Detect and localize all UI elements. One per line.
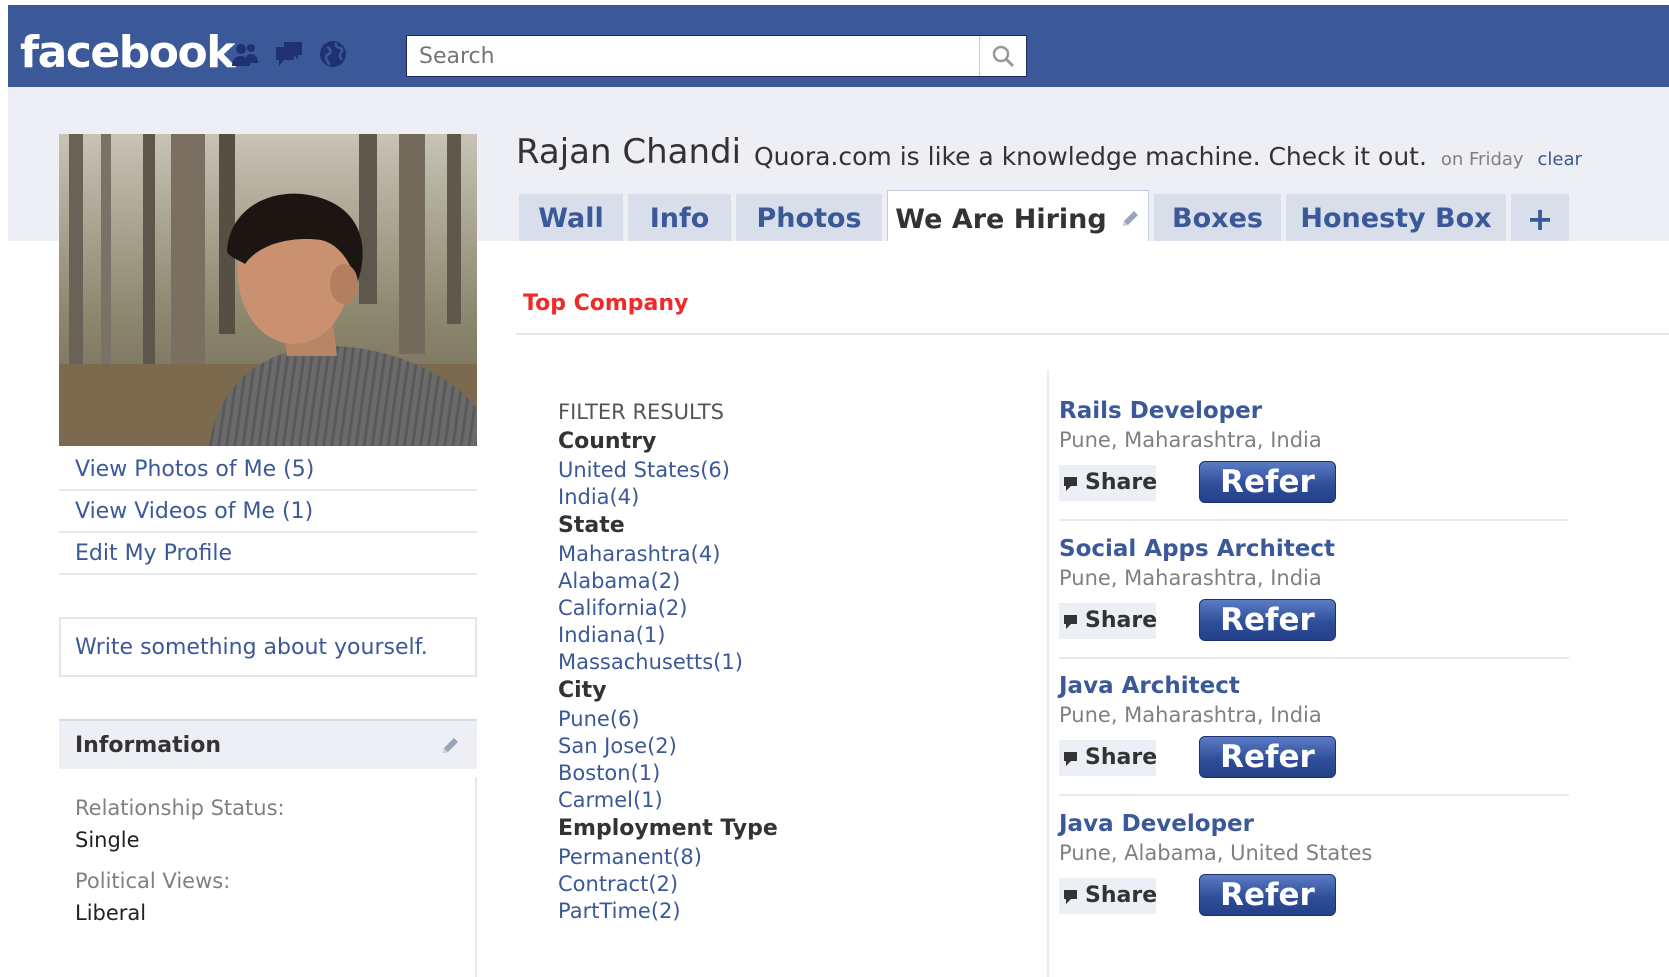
- refer-button[interactable]: Refer: [1199, 461, 1336, 503]
- notifications-globe-icon[interactable]: [318, 39, 348, 69]
- divider: [1059, 794, 1569, 796]
- tab-photos[interactable]: Photos: [736, 194, 882, 241]
- view-videos-link[interactable]: View Videos of Me (1): [59, 491, 477, 533]
- filter-option[interactable]: Massachusetts(1): [558, 649, 958, 676]
- job-listing: Java Developer Pune, Alabama, United Sta…: [1059, 810, 1669, 916]
- information-body: Relationship Status: Single Political Vi…: [75, 792, 475, 938]
- filter-option[interactable]: United States(6): [558, 457, 958, 484]
- view-photos-link[interactable]: View Photos of Me (5): [59, 449, 477, 491]
- share-label: Share: [1085, 883, 1158, 908]
- job-location: Pune, Maharashtra, India: [1059, 428, 1322, 452]
- divider: [516, 333, 1669, 335]
- job-title-link[interactable]: Rails Developer: [1059, 397, 1669, 425]
- job-location: Pune, Maharashtra, India: [1059, 703, 1322, 727]
- tab-info[interactable]: Info: [628, 194, 731, 241]
- profile-picture[interactable]: [59, 134, 477, 446]
- divider: [475, 777, 477, 977]
- tab-we-are-hiring-label: We Are Hiring: [895, 204, 1107, 235]
- tab-honesty-box[interactable]: Honesty Box: [1286, 194, 1506, 241]
- clear-status-link[interactable]: clear: [1538, 149, 1582, 170]
- political-views-label: Political Views:: [75, 869, 231, 893]
- pencil-icon[interactable]: [1119, 208, 1141, 230]
- refer-button[interactable]: Refer: [1199, 736, 1336, 778]
- filter-option[interactable]: San Jose(2): [558, 733, 958, 760]
- filter-heading-state: State: [558, 513, 625, 538]
- search-button[interactable]: [979, 36, 1026, 76]
- search-input[interactable]: [407, 36, 980, 76]
- information-title: Information: [75, 733, 221, 758]
- divider: [1059, 657, 1569, 659]
- friends-icon[interactable]: [230, 39, 260, 69]
- divider: [1047, 370, 1049, 977]
- write-about-yourself-box[interactable]: Write something about yourself.: [59, 617, 477, 677]
- political-views-value: Liberal: [75, 901, 147, 925]
- share-label: Share: [1085, 470, 1158, 495]
- share-button[interactable]: Share: [1059, 878, 1158, 914]
- filter-option[interactable]: Carmel(1): [558, 787, 958, 814]
- section-title: Top Company: [523, 291, 689, 316]
- search-icon: [992, 45, 1015, 68]
- filter-option[interactable]: India(4): [558, 484, 958, 511]
- share-button[interactable]: Share: [1059, 740, 1158, 776]
- filter-title: FILTER RESULTS: [558, 400, 724, 424]
- tab-wall[interactable]: Wall: [519, 194, 623, 241]
- relationship-status-label: Relationship Status:: [75, 796, 285, 820]
- filter-option[interactable]: Permanent(8): [558, 844, 958, 871]
- tab-boxes[interactable]: Boxes: [1154, 194, 1281, 241]
- profile-photo-image: [59, 134, 477, 446]
- job-listing: Social Apps Architect Pune, Maharashtra,…: [1059, 535, 1669, 659]
- facebook-logo[interactable]: facebook: [20, 27, 235, 78]
- job-location: Pune, Alabama, United States: [1059, 841, 1373, 865]
- status-text: Quora.com is like a knowledge machine. C…: [754, 142, 1427, 171]
- job-title-link[interactable]: Java Developer: [1059, 810, 1669, 838]
- filter-option[interactable]: California(2): [558, 595, 958, 622]
- filter-heading-city: City: [558, 678, 607, 703]
- refer-button[interactable]: Refer: [1199, 599, 1336, 641]
- share-button[interactable]: Share: [1059, 603, 1158, 639]
- job-location: Pune, Maharashtra, India: [1059, 566, 1322, 590]
- jewel-icons: [230, 39, 348, 69]
- filter-option[interactable]: PartTime(2): [558, 898, 958, 925]
- tab-we-are-hiring[interactable]: We Are Hiring: [887, 190, 1149, 241]
- profile-links: View Photos of Me (5) View Videos of Me …: [59, 449, 477, 575]
- status-time: on Friday: [1440, 149, 1524, 170]
- filter-heading-employment-type: Employment Type: [558, 816, 778, 841]
- status-line: Quora.com is like a knowledge machine. C…: [754, 142, 1582, 171]
- search-box[interactable]: [406, 35, 1027, 77]
- divider: [1059, 519, 1569, 521]
- refer-button[interactable]: Refer: [1199, 874, 1336, 916]
- information-header: Information: [59, 719, 477, 769]
- relationship-status-value: Single: [75, 828, 140, 852]
- pencil-icon[interactable]: [439, 735, 461, 757]
- filter-panel: FILTER RESULTS Country United States(6) …: [558, 399, 958, 925]
- share-icon: [1064, 477, 1077, 491]
- filter-option[interactable]: Contract(2): [558, 871, 958, 898]
- filter-option[interactable]: Boston(1): [558, 760, 958, 787]
- share-icon: [1064, 752, 1077, 766]
- share-label: Share: [1085, 745, 1158, 770]
- messages-icon[interactable]: [274, 39, 304, 69]
- job-listing: Rails Developer Pune, Maharashtra, India…: [1059, 397, 1669, 521]
- share-icon: [1064, 615, 1077, 629]
- filter-option[interactable]: Maharashtra(4): [558, 541, 958, 568]
- filter-option[interactable]: Pune(6): [558, 706, 958, 733]
- profile-name: Rajan Chandi: [516, 132, 742, 172]
- top-navigation-bar: facebook: [8, 5, 1669, 87]
- filter-option[interactable]: Indiana(1): [558, 622, 958, 649]
- job-title-link[interactable]: Social Apps Architect: [1059, 535, 1669, 563]
- filter-option[interactable]: Alabama(2): [558, 568, 958, 595]
- share-button[interactable]: Share: [1059, 465, 1158, 501]
- share-label: Share: [1085, 608, 1158, 633]
- job-listing: Java Architect Pune, Maharashtra, India …: [1059, 672, 1669, 796]
- share-icon: [1064, 890, 1077, 904]
- filter-heading-country: Country: [558, 429, 657, 454]
- job-title-link[interactable]: Java Architect: [1059, 672, 1669, 700]
- edit-profile-link[interactable]: Edit My Profile: [59, 533, 477, 575]
- add-tab-button[interactable]: +: [1511, 194, 1569, 241]
